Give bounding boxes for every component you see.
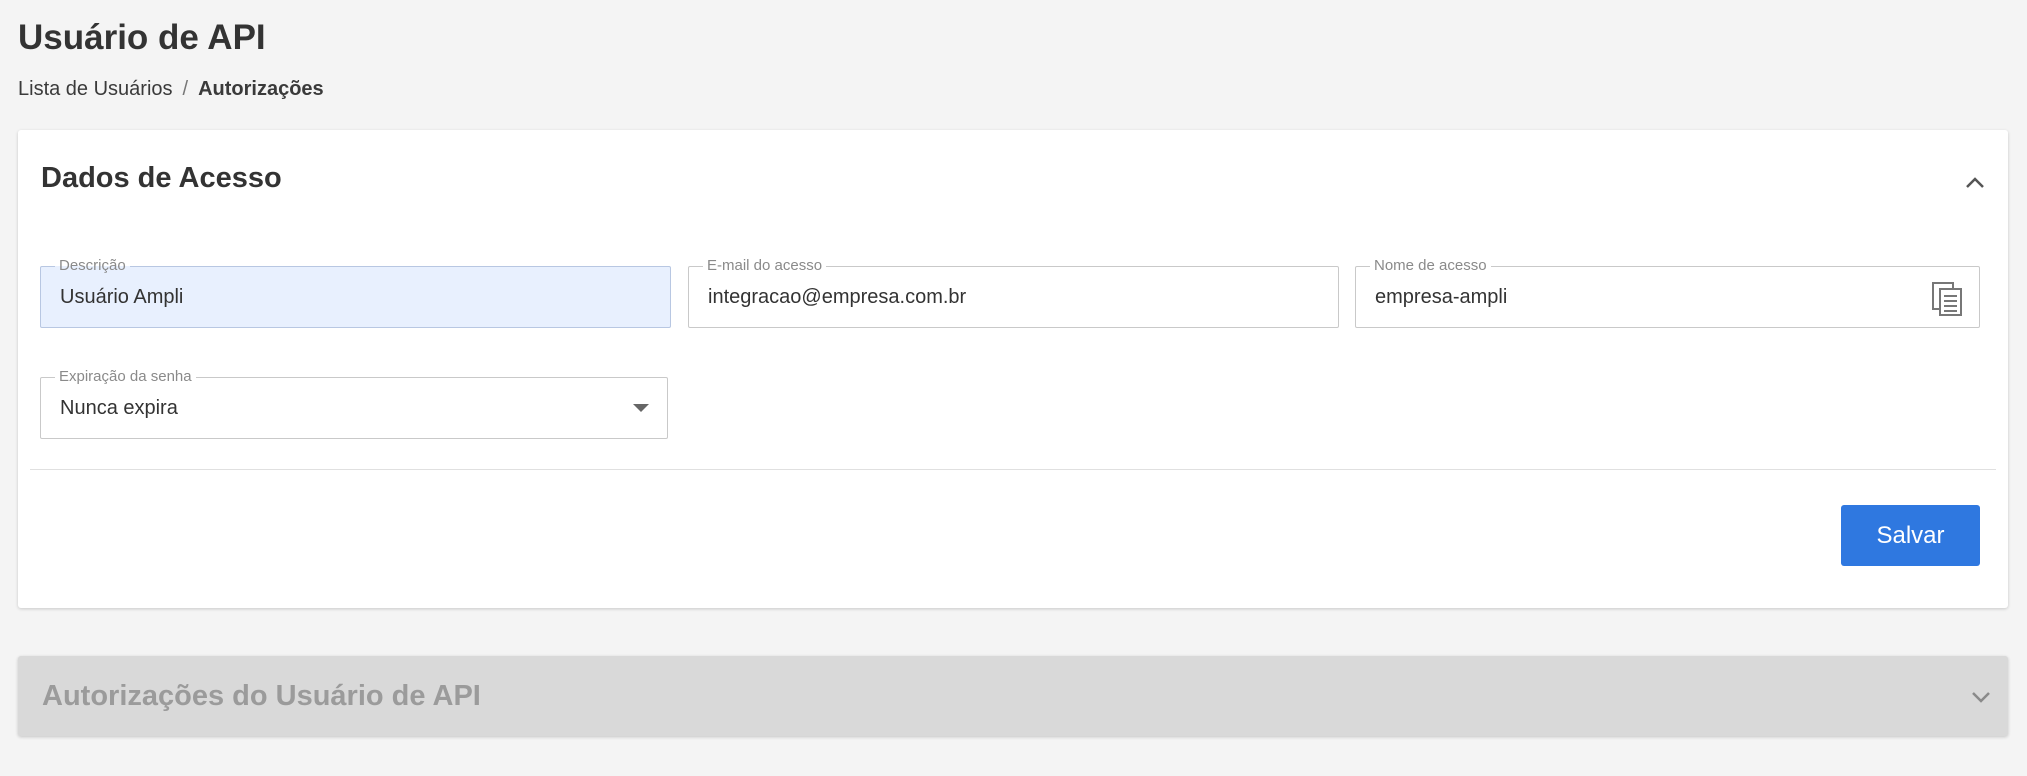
access-data-card: Dados de Acesso Descrição Usuário Ampli … xyxy=(18,130,2008,608)
divider xyxy=(30,469,1996,470)
collapse-button[interactable] xyxy=(1960,168,1990,198)
password-expiration-label: Expiração da senha xyxy=(55,368,196,386)
breadcrumb-current: Autorizações xyxy=(198,78,324,100)
api-user-authorizations-card[interactable]: Autorizações do Usuário de API xyxy=(18,656,2008,736)
breadcrumb-separator: / xyxy=(182,78,189,100)
breadcrumb-link-user-list[interactable]: Lista de Usuários xyxy=(18,78,173,101)
access-name-label: Nome de acesso xyxy=(1370,257,1491,275)
description-value: Usuário Ampli xyxy=(60,286,184,308)
chevron-up-icon xyxy=(1966,177,1984,188)
page-title: Usuário de API xyxy=(18,18,266,57)
password-expiration-select[interactable]: Expiração da senha Nunca expira xyxy=(40,368,668,439)
email-label: E-mail do acesso xyxy=(703,257,827,275)
copy-icon[interactable] xyxy=(1931,281,1963,317)
caret-down-icon xyxy=(633,404,649,412)
expand-button[interactable] xyxy=(1966,682,1996,712)
password-expiration-value: Nunca expira xyxy=(60,397,178,419)
description-label: Descrição xyxy=(55,257,130,275)
description-field[interactable]: Descrição Usuário Ampli xyxy=(40,257,671,328)
access-name-value: empresa-ampli xyxy=(1375,286,1508,308)
breadcrumb: Lista de Usuários / Autorizações xyxy=(18,78,324,101)
email-value: integracao@empresa.com.br xyxy=(708,286,967,308)
api-user-authorizations-title: Autorizações do Usuário de API xyxy=(42,680,481,712)
save-button[interactable]: Salvar xyxy=(1841,505,1980,566)
access-name-field[interactable]: Nome de acesso empresa-ampli xyxy=(1355,257,1980,328)
email-field[interactable]: E-mail do acesso integracao@empresa.com.… xyxy=(688,257,1339,328)
access-data-title: Dados de Acesso xyxy=(41,162,282,194)
chevron-down-icon xyxy=(1972,692,1990,703)
